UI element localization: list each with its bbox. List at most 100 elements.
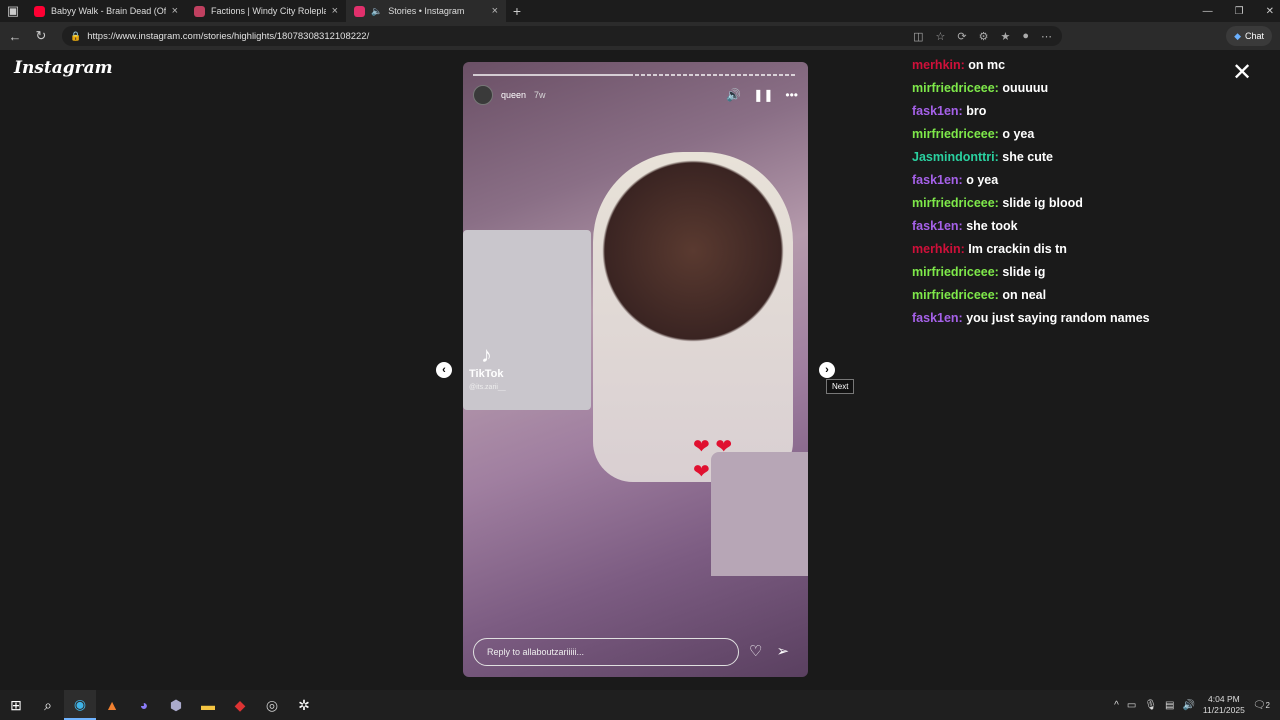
file-explorer-icon[interactable]: ▬ [192, 690, 224, 720]
send-icon[interactable]: ➢ [776, 642, 789, 660]
network-icon[interactable]: ▤ [1165, 700, 1174, 711]
refresh-icon[interactable]: ↻ [32, 28, 50, 44]
story-progress-fill [473, 74, 632, 76]
refresh-extension-icon[interactable]: ⟳ [957, 30, 966, 43]
chat-message: fask1en: she took [912, 215, 1272, 238]
browser-tab-youtube[interactable]: Babyy Walk - Brain Dead (Official × [26, 0, 186, 22]
chat-username: Jasmindonttri: [912, 150, 999, 164]
story-username[interactable]: queen [501, 90, 526, 100]
tiktok-watermark: ♪ TikTok @its.zarii__ [469, 342, 529, 392]
next-tooltip: Next [826, 379, 855, 394]
browser-tab-factions[interactable]: Factions | Windy City Roleplay × [186, 0, 346, 22]
chat-message: fask1en: bro [912, 100, 1272, 123]
clock[interactable]: 4:04 PM 11/21/2025 [1203, 694, 1245, 716]
tiktok-handle: @its.zarii__ [469, 384, 506, 391]
more-options-icon[interactable]: ••• [785, 88, 798, 102]
restore-button[interactable]: ❐ [1235, 6, 1244, 17]
minimize-button[interactable]: — [1203, 6, 1213, 17]
chat-message: fask1en: o yea [912, 169, 1272, 192]
edge-browser-icon[interactable]: ◉ [64, 690, 96, 720]
instagram-favicon-icon [354, 5, 365, 17]
instagram-logo[interactable]: Instagram [14, 58, 113, 78]
clock-time: 4:04 PM [1208, 694, 1240, 704]
chat-text: bro [966, 104, 987, 118]
reply-input[interactable]: Reply to allaboutzariiiii... [473, 638, 739, 666]
windows-start-icon[interactable]: ⊞ [0, 690, 32, 720]
chat-message: mirfriedriceee: slide ig blood [912, 192, 1272, 215]
pause-icon[interactable]: ❚❚ [753, 88, 773, 102]
previous-story-arrow-icon[interactable]: ‹ [436, 362, 452, 378]
chat-username: merhkin: [912, 58, 965, 72]
close-tab-icon[interactable]: × [492, 5, 498, 17]
tab-title: Stories • Instagram [388, 6, 465, 16]
chat-text: on neal [1002, 288, 1047, 302]
browser-tab-instagram[interactable]: 🔈 Stories • Instagram × [346, 0, 506, 22]
chat-username: mirfriedriceee: [912, 127, 999, 141]
chat-text: slide ig blood [1002, 196, 1083, 210]
tab-title: Babyy Walk - Brain Dead (Official [51, 6, 166, 16]
close-tab-icon[interactable]: × [332, 5, 338, 17]
url-field[interactable]: 🔒 https://www.instagram.com/stories/high… [62, 26, 1062, 46]
tab-actions-icon[interactable]: ▣ [0, 3, 26, 19]
next-story-arrow-icon[interactable]: › [819, 362, 835, 378]
chat-message: merhkin: on mc [912, 54, 1272, 77]
app-launcher-icon[interactable]: ▲ [96, 690, 128, 720]
more-options-icon[interactable]: ⋯ [1041, 30, 1052, 43]
reply-placeholder: Reply to allaboutzariiiii... [487, 647, 585, 657]
settings-app-icon[interactable]: ✲ [288, 690, 320, 720]
window-controls: — ❐ ✕ [1203, 0, 1274, 22]
volume-icon[interactable]: 🔊 [726, 88, 741, 102]
chat-text: o yea [966, 173, 999, 187]
youtube-favicon-icon [34, 5, 45, 17]
extensions-icon[interactable]: ⚙ [979, 30, 989, 43]
story-time: 7w [534, 90, 546, 100]
copilot-icon: ◆ [1234, 30, 1241, 41]
chat-text: o yea [1002, 127, 1035, 141]
microphone-icon[interactable]: 🎙 [1144, 700, 1157, 711]
recording-app-icon[interactable]: ◎ [256, 690, 288, 720]
chat-text: you just saying random names [966, 311, 1150, 325]
profile-icon[interactable]: ● [1022, 30, 1029, 43]
chat-text: she cute [1002, 150, 1054, 164]
chat-message: mirfriedriceee: ouuuuu [912, 77, 1272, 100]
chat-text: ouuuuu [1002, 81, 1049, 95]
notifications-icon[interactable]: 🗨2 [1253, 700, 1270, 711]
favorites-icon[interactable]: ★ [1000, 30, 1010, 43]
lock-icon: 🔒 [70, 30, 82, 41]
story-viewer[interactable]: ❤ ❤ ❤ queen 7w 🔊 ❚❚ ••• ♪ TikTok @its.zar… [463, 62, 808, 677]
factions-favicon-icon [194, 5, 205, 17]
split-screen-icon[interactable]: ◫ [913, 30, 923, 43]
chat-message: Jasmindonttri: she cute [912, 146, 1272, 169]
volume-tray-icon[interactable]: 🔊 [1182, 700, 1194, 711]
tray-expand-icon[interactable]: ^ [1114, 700, 1119, 711]
windows-taskbar: ⊞ ⌕ ◉ ▲ ◕ ⬢ ▬ ◆ ◎ ✲ ^ ▭ 🎙 ▤ 🔊 4:04 PM 11… [0, 690, 1280, 720]
chat-message: fask1en: you just saying random names [912, 307, 1272, 330]
chat-text: slide ig [1002, 265, 1046, 279]
chat-username: fask1en: [912, 219, 963, 233]
chat-text: Im crackin dis tn [968, 242, 1067, 256]
chat-username: fask1en: [912, 173, 963, 187]
chat-message: mirfriedriceee: on neal [912, 284, 1272, 307]
game-app-icon[interactable]: ◆ [224, 690, 256, 720]
browser-tab-bar: ▣ Babyy Walk - Brain Dead (Official × Fa… [0, 0, 1280, 22]
search-icon[interactable]: ⌕ [32, 690, 64, 720]
chat-username: merhkin: [912, 242, 965, 256]
battery-icon[interactable]: ▭ [1127, 700, 1136, 711]
chat-username: mirfriedriceee: [912, 265, 999, 279]
tiktok-label: TikTok [469, 368, 504, 380]
speaker-icon[interactable]: 🔈 [371, 6, 382, 17]
back-arrow-icon[interactable]: ← [6, 29, 24, 44]
chat-message: mirfriedriceee: o yea [912, 123, 1272, 146]
close-tab-icon[interactable]: × [172, 5, 178, 17]
close-window-button[interactable]: ✕ [1266, 6, 1274, 17]
new-tab-button[interactable]: + [506, 3, 528, 19]
favorite-star-icon[interactable]: ☆ [936, 30, 946, 43]
avatar[interactable] [473, 85, 493, 105]
copilot-chat-button[interactable]: ◆ Chat [1226, 26, 1272, 46]
heart-like-icon[interactable]: ♡ [749, 642, 762, 660]
discord-icon[interactable]: ◕ [128, 690, 160, 720]
chat-text: on mc [968, 58, 1006, 72]
tiktok-note-icon: ♪ [481, 342, 492, 367]
steam-icon[interactable]: ⬢ [160, 690, 192, 720]
story-header: queen 7w 🔊 ❚❚ ••• [473, 84, 798, 106]
